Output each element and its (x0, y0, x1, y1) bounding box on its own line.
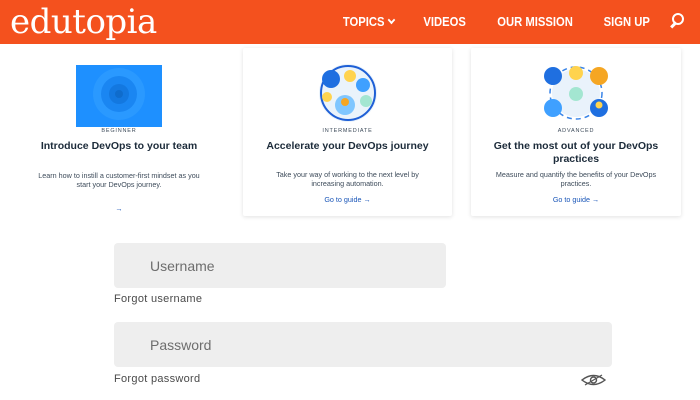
nav-videos[interactable]: VIDEOS (424, 15, 467, 29)
nav-sign-up[interactable]: SIGN UP (603, 15, 649, 29)
forgot-username-link[interactable]: Forgot username (114, 293, 202, 305)
nav-topics-label: TOPICS (342, 15, 385, 29)
search-icon[interactable] (670, 13, 688, 31)
card-link-arrow[interactable]: → (14, 204, 224, 213)
eye-icon[interactable] (581, 374, 606, 386)
card-level: BEGINNER (101, 128, 137, 134)
username-input[interactable] (114, 243, 446, 288)
nav-our-mission-label: OUR MISSION (496, 15, 573, 29)
card-description: Take your way of working to the next lev… (276, 170, 419, 188)
site-logo[interactable]: edutopia (10, 2, 157, 42)
nav-topics[interactable]: TOPICS (342, 15, 396, 29)
advanced-illustration (544, 66, 608, 120)
card-level: INTERMEDIATE (322, 128, 373, 134)
beginner-illustration (76, 65, 162, 127)
card-level: ADVANCED (557, 128, 595, 134)
nav-our-mission[interactable]: OUR MISSION (497, 15, 573, 29)
guide-card-beginner: BEGINNER Introduce DevOps to your team L… (14, 48, 224, 218)
card-title[interactable]: Introduce DevOps to your team (36, 140, 202, 153)
card-title[interactable]: Accelerate your DevOps journey (263, 140, 432, 153)
card-description: Learn how to instill a customer-first mi… (38, 171, 200, 189)
password-input[interactable] (114, 322, 612, 367)
guide-card-intermediate: INTERMEDIATE Accelerate your DevOps jour… (243, 48, 452, 216)
nav-videos-label: VIDEOS (423, 15, 467, 29)
card-go-to-guide-link[interactable]: Go to guide → (471, 195, 681, 204)
chevron-down-icon (387, 15, 396, 25)
card-description: Measure and quantify the benefits of you… (495, 170, 657, 188)
intermediate-illustration (319, 64, 377, 122)
guide-card-advanced: ADVANCED Get the most out of your DevOps… (471, 48, 681, 216)
card-title[interactable]: Get the most out of your DevOps practice… (493, 140, 659, 165)
site-header: edutopia TOPICS VIDEOS OUR MISSION SIGN … (0, 0, 700, 44)
card-go-to-guide-link[interactable]: Go to guide → (243, 195, 452, 204)
nav-sign-up-label: SIGN UP (603, 15, 650, 29)
forgot-password-link[interactable]: Forgot password (114, 373, 200, 385)
main-nav: TOPICS VIDEOS OUR MISSION SIGN UP (316, 0, 688, 44)
